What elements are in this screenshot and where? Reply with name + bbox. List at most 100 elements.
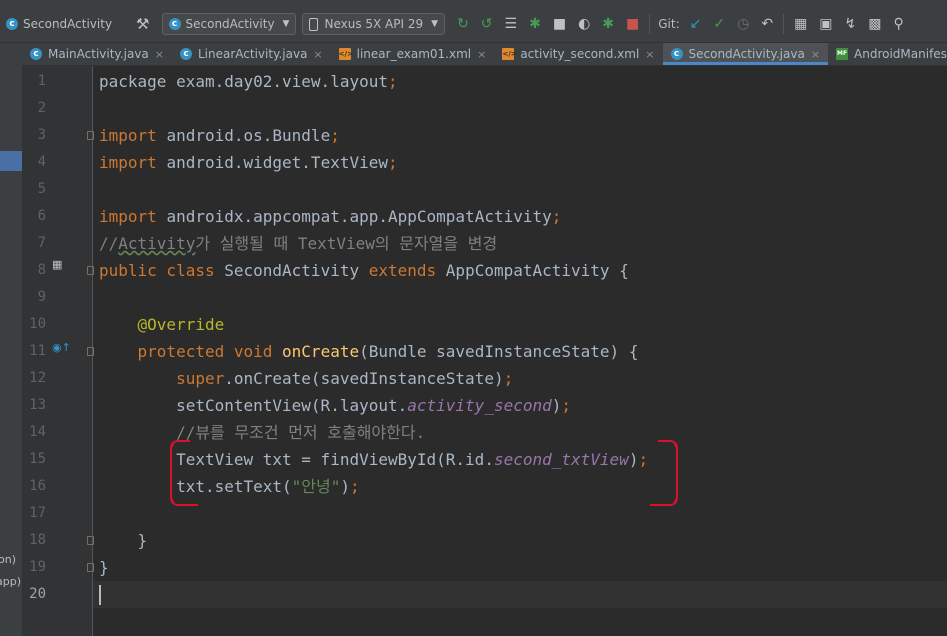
code-token: protected void [137,342,283,361]
run-with-coverage-icon[interactable]: ✱ [602,16,614,32]
code-token: activity_second [407,396,552,415]
code-token: AppCompatActivity { [445,261,629,280]
code-line[interactable]: } [93,527,947,554]
stop-icon[interactable]: ■ [626,16,639,32]
module-selector[interactable]: c SecondActivity [6,17,112,31]
editor-tab[interactable]: c MainActivity.java × [22,43,172,65]
code-token: // [99,234,119,253]
project-structure-icon[interactable]: ▦ [794,16,807,32]
layout-inspector-icon[interactable]: ▩ [868,16,881,32]
line-number: 20 [29,586,46,602]
line-number: 14 [29,424,46,440]
tab-label: SecondActivity.java [688,47,805,61]
line-number: 12 [29,370,46,386]
manifest-file-icon: MF [836,48,849,60]
close-tab-icon[interactable]: × [155,48,164,61]
apply-code-changes-icon[interactable]: ↺ [481,16,493,32]
code-token: } [99,531,148,550]
line-number: 4 [37,154,46,170]
run-config-label: SecondActivity [185,17,275,31]
line-number: 17 [29,505,46,521]
editor-tab[interactable]: c LinearActivity.java × [172,43,331,65]
code-line[interactable]: package exam.day02.view.layout; [93,68,947,95]
editor-tabs: c MainActivity.java × c LinearActivity.java ×… [22,43,947,66]
code-line[interactable]: public class SecondActivity extends AppC… [93,257,947,284]
git-commit-icon[interactable]: ✓ [713,16,725,32]
code-token: .onCreate(savedInstanceState) [224,369,504,388]
close-tab-icon[interactable]: × [477,48,486,61]
code-token: ; [388,153,398,172]
code-token: import [99,126,167,145]
code-token: ) [551,396,562,415]
line-number: 6 [37,208,46,224]
code-line[interactable] [93,95,947,122]
code-token: extends [368,261,446,280]
editor-tab[interactable]: MF AndroidManifest.xml [828,43,947,65]
code-line[interactable] [93,581,947,608]
code-line[interactable]: setContentView(R.layout.activity_second)… [93,392,947,419]
code-line[interactable]: super.onCreate(savedInstanceState); [93,365,947,392]
override-method-icon[interactable]: ◉↑ [52,341,71,354]
code-line[interactable]: import androidx.appcompat.app.AppCompatA… [93,203,947,230]
debug-icon[interactable]: ✱ [529,16,541,32]
code-token: import [99,153,167,172]
git-update-icon[interactable]: ↙ [690,16,702,32]
code-line[interactable]: protected void onCreate(Bundle savedInst… [93,338,947,365]
panel-text-fragment: on) [0,553,16,566]
code-line[interactable] [93,176,947,203]
code-line[interactable]: import android.os.Bundle; [93,122,947,149]
java-class-icon: c [180,48,192,60]
toolbar-separator [649,14,651,34]
attach-debugger-icon[interactable]: ■ [553,16,566,32]
code-token: onCreate [282,342,360,361]
close-tab-icon[interactable]: × [313,48,322,61]
line-number: 15 [29,451,46,467]
selected-project-item[interactable] [0,151,22,171]
profile-icon[interactable]: ◐ [578,16,590,32]
logcat-icon[interactable]: ☰ [505,16,518,32]
editor-tab[interactable]: </> linear_exam01.xml × [331,43,495,65]
search-icon[interactable]: ⚲ [894,16,904,32]
code-token: super [176,369,225,388]
tab-label: linear_exam01.xml [356,47,472,61]
code-token: androidx.appcompat.app.AppCompatActivity [166,207,552,226]
close-tab-icon[interactable]: × [811,48,820,61]
code-token: ; [387,72,398,91]
line-number: 10 [29,316,46,332]
class-layout-icon[interactable]: ▦ [52,258,62,271]
line-number: 16 [29,478,46,494]
xml-file-icon: </> [338,48,353,60]
line-number: 9 [37,289,46,305]
apply-changes-icon[interactable]: ↻ [457,16,469,32]
text-caret [99,585,101,605]
close-tab-icon[interactable]: × [645,48,654,61]
run-config-dropdown[interactable]: c SecondActivity ▼ [161,13,297,35]
tab-label: AndroidManifest.xml [854,47,947,61]
rollback-icon[interactable]: ↶ [761,16,773,32]
device-dropdown[interactable]: Nexus 5X API 29 ▼ [302,13,446,35]
sdk-manager-icon[interactable]: ↯ [845,16,857,32]
line-number: 11 [29,343,46,359]
line-number: 7 [37,235,46,251]
java-class-icon: c [6,18,18,30]
project-panel-strip[interactable]: on) app) [0,43,23,636]
code-editor[interactable]: package exam.day02.view.layout; import an… [93,66,947,636]
editor-tab[interactable]: c SecondActivity.java × [662,43,829,65]
line-number: 8 [37,262,46,278]
java-class-icon: c [168,18,181,30]
git-history-icon[interactable]: ◷ [737,16,749,32]
code-line[interactable] [93,284,947,311]
code-line[interactable]: @Override [93,311,947,338]
code-line[interactable]: import android.widget.TextView; [93,149,947,176]
editor-tab[interactable]: </> activity_second.xml × [494,43,662,65]
code-token: 가 실행될 때 TextView의 문자열을 변경 [195,234,498,253]
code-line[interactable]: //Activity가 실행될 때 TextView의 문자열을 변경 [93,230,947,257]
main-toolbar: c SecondActivity ⚒ c SecondActivity ▼ Ne… [0,6,947,43]
avd-manager-icon[interactable]: ▣ [819,16,832,32]
code-line[interactable]: } [93,554,947,581]
chevron-down-icon: ▼ [282,19,290,29]
code-token: } [99,558,109,577]
panel-text-fragment: app) [0,575,21,588]
hammer-icon[interactable]: ⚒ [136,15,149,33]
